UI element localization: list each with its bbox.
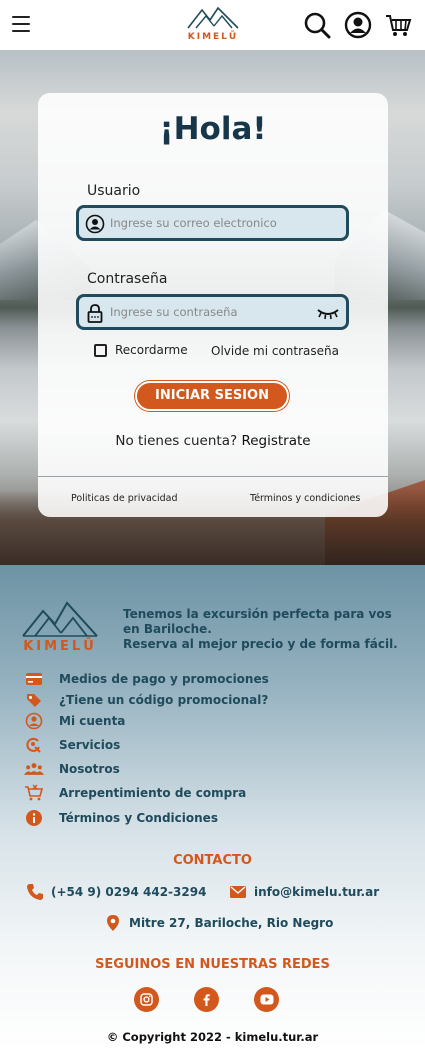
phone-icon xyxy=(27,884,43,900)
forgot-password-link[interactable]: Olvide mi contraseña xyxy=(211,344,339,358)
hamburger-menu-icon[interactable] xyxy=(12,16,30,32)
login-button[interactable]: INICIAR SESION xyxy=(135,381,289,411)
copyright: © Copyright 2022 - kimelu.tur.ar xyxy=(106,1030,319,1044)
facebook-button[interactable] xyxy=(194,987,219,1012)
youtube-icon xyxy=(260,994,273,1005)
map-pin-icon xyxy=(107,915,119,931)
user-account-icon[interactable] xyxy=(344,11,372,39)
no-account-text: No tienes cuenta? xyxy=(115,433,238,449)
menu-item-promo-code[interactable]: ¿Tiene un código promocional? xyxy=(22,691,322,709)
password-field[interactable] xyxy=(76,294,349,330)
menu-item-label: Medios de pago y promociones xyxy=(59,672,269,686)
tag-icon xyxy=(27,694,41,707)
login-title: ¡Hola! xyxy=(159,111,267,147)
people-icon xyxy=(24,763,44,775)
email-text: info@kimelu.tur.ar xyxy=(254,885,380,899)
password-input[interactable] xyxy=(110,302,310,322)
menu-item-label: Arrepentimiento de compra xyxy=(59,786,247,800)
user-field[interactable] xyxy=(76,205,349,241)
footer-brand-name: KIMELŪ xyxy=(23,639,97,654)
instagram-button[interactable] xyxy=(134,987,159,1012)
top-header: KIMELŪ xyxy=(0,0,425,50)
cart-cancel-icon xyxy=(25,784,44,801)
menu-item-label: Mi cuenta xyxy=(59,714,126,728)
instagram-icon xyxy=(140,993,153,1006)
footer-logo[interactable]: KIMELŪ xyxy=(21,601,99,659)
contact-title: CONTACTO xyxy=(173,853,252,868)
youtube-button[interactable] xyxy=(254,987,279,1012)
password-label: Contraseña xyxy=(87,271,168,287)
register-prompt: No tienes cuenta? Registrate xyxy=(38,433,388,449)
menu-item-label: ¿Tiene un código promocional? xyxy=(59,693,269,707)
remember-me[interactable]: Recordarme xyxy=(94,343,188,357)
search-icon[interactable] xyxy=(303,11,331,39)
credit-card-icon xyxy=(26,673,42,685)
lock-icon xyxy=(87,304,103,323)
remember-checkbox[interactable] xyxy=(94,343,107,357)
brand-logo[interactable]: KIMELŪ xyxy=(186,4,240,42)
eye-closed-icon[interactable] xyxy=(316,306,340,320)
register-link[interactable]: Registrate xyxy=(241,433,310,449)
social-title: SEGUINOS EN NUESTRAS REDES xyxy=(95,957,330,972)
user-label: Usuario xyxy=(87,183,141,199)
service-icon xyxy=(26,737,41,753)
login-card: ¡Hola! Usuario Contraseña Recordarme xyxy=(38,93,388,517)
menu-item-label: Servicios xyxy=(59,738,121,752)
tagline-line-1: Tenemos la excursión perfecta para vos e… xyxy=(123,607,392,636)
menu-item-terms[interactable]: Términos y Condiciones xyxy=(22,809,322,827)
address-text: Mitre 27, Bariloche, Rio Negro xyxy=(129,916,334,930)
brand-name: KIMELŪ xyxy=(187,32,239,42)
privacy-policy-link[interactable]: Politicas de privacidad xyxy=(71,493,178,504)
facebook-icon xyxy=(203,994,210,1006)
mountain-logo-icon xyxy=(187,6,239,29)
user-circle-icon xyxy=(25,712,43,730)
info-icon xyxy=(26,810,42,826)
footer: KIMELŪ Tenemos la excursión perfecta par… xyxy=(0,565,425,1050)
menu-item-label: Nosotros xyxy=(59,762,120,776)
tagline-line-2: Reserva al mejor precio y de forma fácil… xyxy=(123,637,398,651)
mountain-logo-icon xyxy=(22,601,98,637)
remember-label: Recordarme xyxy=(115,343,188,357)
menu-item-services[interactable]: Servicios xyxy=(22,736,322,754)
menu-item-purchase-cancel[interactable]: Arrepentimiento de compra xyxy=(22,784,322,802)
user-circle-icon xyxy=(85,214,105,234)
menu-item-label: Términos y Condiciones xyxy=(59,811,218,825)
footer-tagline: Tenemos la excursión perfecta para vos e… xyxy=(123,607,408,652)
card-divider xyxy=(38,476,388,477)
menu-item-account[interactable]: Mi cuenta xyxy=(22,712,322,730)
envelope-icon xyxy=(230,886,246,898)
phone-text: (+54 9) 0294 442-3294 xyxy=(51,885,207,899)
shopping-cart-icon[interactable] xyxy=(384,11,412,39)
menu-item-about[interactable]: Nosotros xyxy=(22,760,322,778)
email-input[interactable] xyxy=(110,213,310,233)
menu-item-payments[interactable]: Medios de pago y promociones xyxy=(22,670,322,688)
terms-link[interactable]: Términos y condiciones xyxy=(250,493,360,504)
